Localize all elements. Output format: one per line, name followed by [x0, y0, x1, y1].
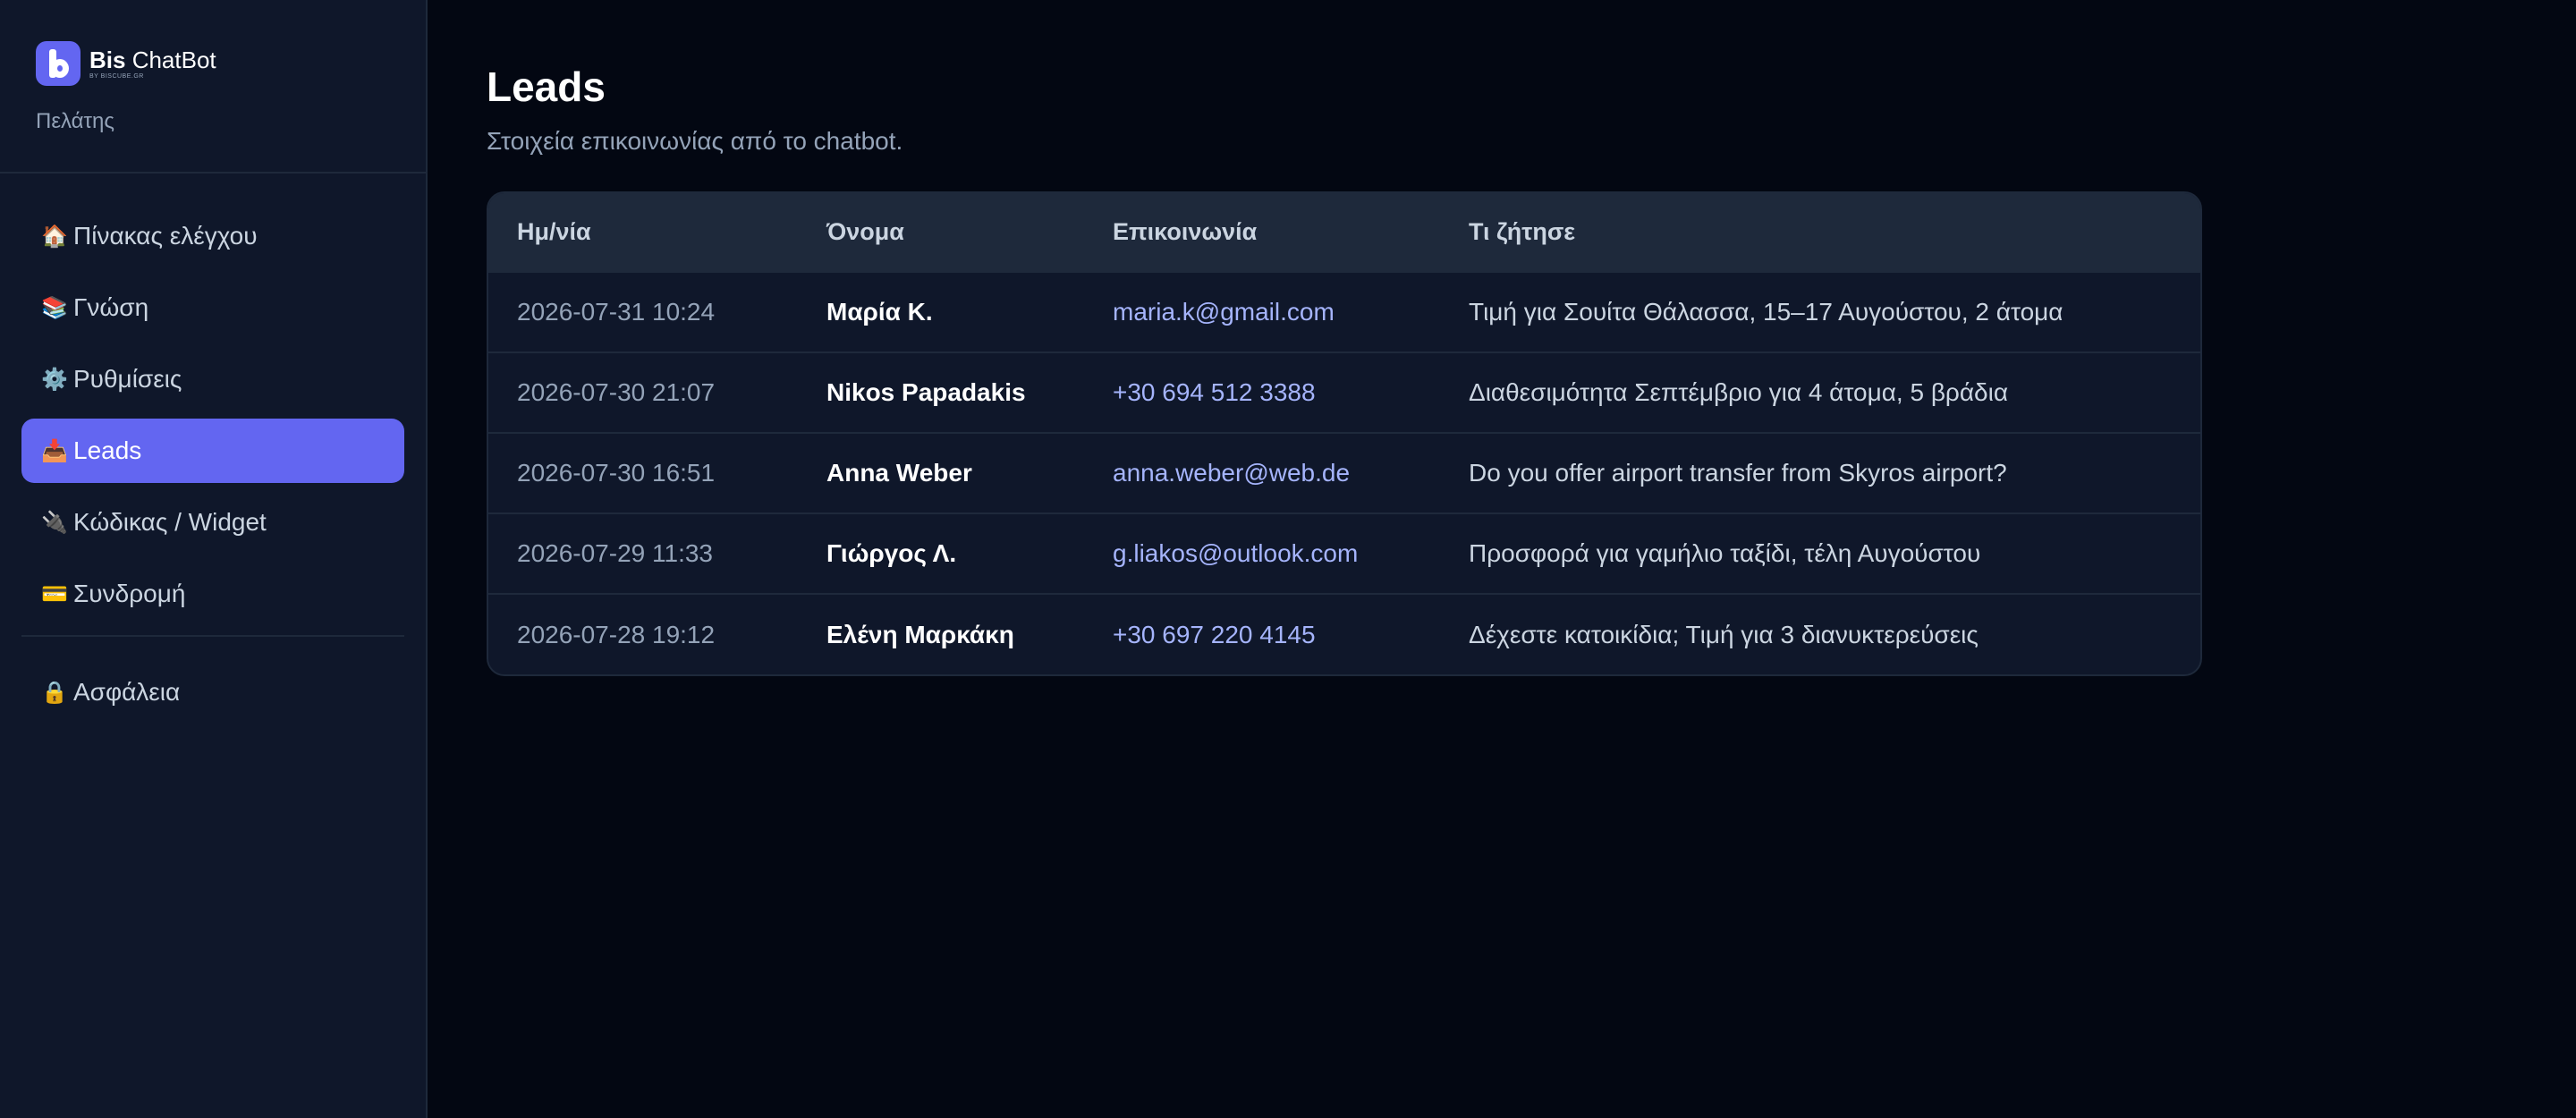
- table-row[interactable]: 2026-07-31 10:24 Μαρία Κ. maria.k@gmail.co…: [488, 272, 2200, 352]
- cell-name: Γιώργος Λ.: [826, 539, 957, 567]
- sidebar-item-gear[interactable]: ⚙️ Ρυθμίσεις: [21, 347, 404, 411]
- cell-date: 2026-07-28 19:12: [517, 620, 716, 648]
- table-row[interactable]: 2026-07-30 16:51 Anna Weber anna.weber@web…: [488, 433, 2200, 513]
- nav-divider: [21, 635, 404, 637]
- cell-request: Προσφορά για γαμήλιο ταξίδι, τέλη Αυγούσ…: [1469, 539, 1981, 567]
- cell-name: Μαρία Κ.: [826, 298, 933, 326]
- table-body: 2026-07-31 10:24 Μαρία Κ. maria.k@gmail.co…: [488, 272, 2200, 674]
- cell-request: Τιμή για Σουίτα Θάλασσα, 15–17 Αυγούστου…: [1469, 298, 2063, 326]
- page-title: Leads: [487, 64, 606, 110]
- table-row[interactable]: 2026-07-30 21:07 Nikos Papadakis +30 694 5…: [488, 352, 2200, 433]
- sidebar-item-label: Συνδρομή: [73, 580, 186, 607]
- user-role: Πελάτης: [36, 109, 114, 133]
- cell-date: 2026-07-30 16:51: [517, 459, 716, 487]
- logo-text: Bis ChatBot BY BISCUBE.GR: [89, 48, 216, 80]
- cell-date: 2026-07-31 10:24: [517, 298, 716, 326]
- column-header: Τι ζήτησε: [1469, 218, 1576, 245]
- sidebar-item-books[interactable]: 📚 Γνώση: [21, 275, 404, 340]
- sidebar-item-plug[interactable]: 🔌 Κώδικας / Widget: [21, 490, 404, 555]
- table-row[interactable]: 2026-07-28 19:12 Ελένη Μαρκάκη +30 697 220…: [488, 594, 2200, 674]
- logo-tagline: BY BISCUBE.GR: [89, 72, 144, 80]
- column-header: Επικοινωνία: [1113, 218, 1258, 245]
- cell-request: Δέχεστε κατοικίδια; Τιμή για 3 διανυκτερ…: [1469, 620, 1979, 648]
- table-row[interactable]: 2026-07-29 11:33 Γιώργος Λ. g.liakos@outlo…: [488, 513, 2200, 594]
- sidebar-item-lock[interactable]: 🔒 Ασφάλεια: [21, 660, 404, 724]
- sidebar-item-label: Γνώση: [73, 293, 149, 321]
- books-icon: 📚: [41, 295, 68, 320]
- table-header: Ημ/νία Όνομα Επικοινωνία Τι ζήτησε: [488, 193, 2200, 272]
- column-header: Ημ/νία: [517, 218, 591, 245]
- leads-table: Ημ/νία Όνομα Επικοινωνία Τι ζήτησε 2026-07-…: [488, 193, 2200, 674]
- sidebar-item-label: Ασφάλεια: [73, 678, 181, 706]
- sidebar: Bis ChatBot BY BISCUBE.GR Πελάτης 🏠 Πίνακ…: [0, 0, 428, 1118]
- bis-logo-icon: [36, 41, 80, 86]
- cell-contact[interactable]: +30 694 512 3388: [1084, 352, 1440, 433]
- logo-name-rest: ChatBot: [125, 46, 216, 73]
- sidebar-item-label: Leads: [73, 436, 142, 464]
- cell-name: Ελένη Μαρκάκη: [826, 620, 1014, 648]
- sidebar-nav: 🏠 Πίνακας ελέγχου 📚 Γνώση ⚙️ Ρυθμίσεις 📥 Leads 🔌…: [0, 174, 426, 732]
- plug-icon: 🔌: [41, 510, 68, 535]
- logo-name-bold: Bis: [89, 46, 126, 73]
- table-header-row: Ημ/νία Όνομα Επικοινωνία Τι ζήτησε: [488, 193, 2200, 272]
- sidebar-item-label: Κώδικας / Widget: [73, 508, 267, 536]
- cell-contact[interactable]: anna.weber@web.de: [1084, 433, 1440, 513]
- sidebar-item-house[interactable]: 🏠 Πίνακας ελέγχου: [21, 204, 404, 268]
- credit-card-icon: 💳: [41, 581, 68, 606]
- cell-name: Anna Weber: [826, 459, 972, 487]
- brand-block: Bis ChatBot BY BISCUBE.GR Πελάτης: [0, 0, 426, 174]
- cell-contact[interactable]: +30 697 220 4145: [1084, 594, 1440, 674]
- cell-date: 2026-07-29 11:33: [517, 539, 713, 567]
- gear-icon: ⚙️: [41, 367, 68, 392]
- cell-request: Do you offer airport transfer from Skyro…: [1469, 459, 2007, 487]
- cell-contact[interactable]: maria.k@gmail.com: [1084, 272, 1440, 352]
- sidebar-item-credit-card[interactable]: 💳 Συνδρομή: [21, 562, 404, 626]
- leads-table-card: Ημ/νία Όνομα Επικοινωνία Τι ζήτησε 2026-07-…: [487, 191, 2202, 676]
- column-header: Όνομα: [826, 218, 904, 245]
- sidebar-item-label: Πίνακας ελέγχου: [73, 222, 258, 250]
- page-subtitle: Στοιχεία επικοινωνίας από το chatbot.: [487, 127, 903, 155]
- logo-name: Bis ChatBot: [89, 48, 216, 72]
- app-root: Bis ChatBot BY BISCUBE.GR Πελάτης 🏠 Πίνακ…: [0, 0, 2576, 1118]
- inbox-icon: 📥: [41, 438, 68, 463]
- cell-name: Nikos Papadakis: [826, 378, 1026, 406]
- cell-contact[interactable]: g.liakos@outlook.com: [1084, 513, 1440, 594]
- sidebar-item-inbox[interactable]: 📥 Leads: [21, 419, 404, 483]
- house-icon: 🏠: [41, 224, 68, 249]
- main-content: Leads Στοιχεία επικοινωνίας από το chatb…: [428, 0, 2576, 1118]
- sidebar-item-label: Ρυθμίσεις: [73, 365, 182, 393]
- logo[interactable]: Bis ChatBot BY BISCUBE.GR: [36, 41, 390, 86]
- lock-icon: 🔒: [41, 680, 68, 705]
- cell-request: Διαθεσιμότητα Σεπτέμβριο για 4 άτομα, 5 …: [1469, 378, 2009, 406]
- cell-date: 2026-07-30 21:07: [517, 378, 716, 406]
